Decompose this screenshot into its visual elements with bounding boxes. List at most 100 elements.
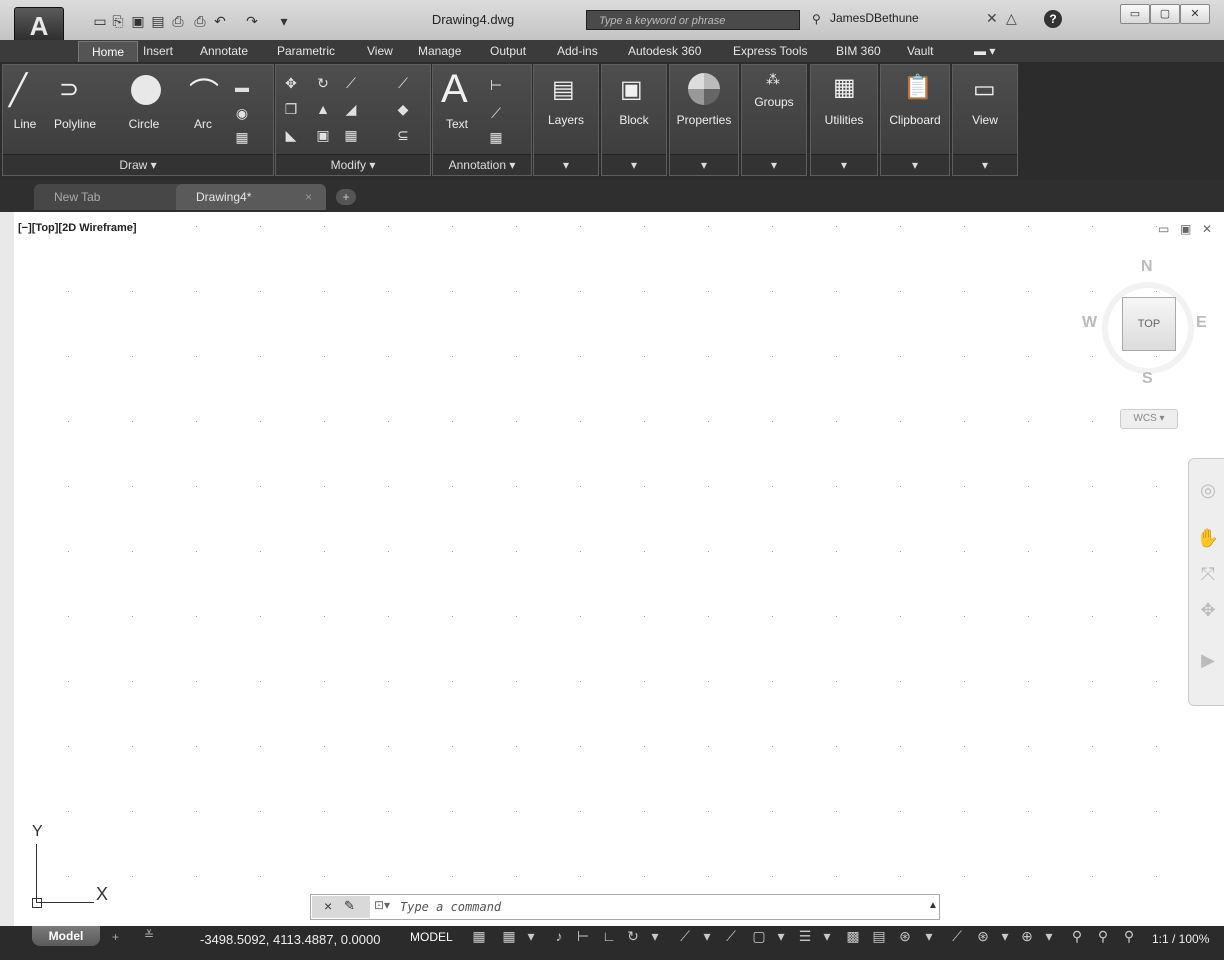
rotate-icon[interactable]: ↻ <box>314 75 332 92</box>
rectangle-icon[interactable]: ▬ <box>233 79 251 95</box>
auto-scale-icon[interactable]: ⚲ <box>1094 928 1112 945</box>
fillet-icon[interactable]: ◢ <box>342 101 360 118</box>
utilities-panel-expand[interactable]: ▾ <box>811 154 877 175</box>
infer-constraints-icon[interactable]: ♪ <box>550 928 568 944</box>
layers-panel-expand[interactable]: ▾ <box>534 154 598 175</box>
orbit-icon[interactable]: ✥ <box>1196 600 1220 621</box>
drawing-canvas[interactable] <box>14 212 1224 926</box>
text-button[interactable]: Text <box>439 117 475 131</box>
command-input[interactable]: Type a command <box>400 896 501 918</box>
user-name[interactable]: JamesDBethune <box>830 11 919 25</box>
tab-parametric[interactable]: Parametric <box>277 44 335 58</box>
draw-panel-title[interactable]: Draw ▾ <box>3 154 273 175</box>
groups-panel-expand[interactable]: ▾ <box>742 154 806 175</box>
tab-view[interactable]: View <box>367 44 393 58</box>
maximize-button[interactable]: ▢ <box>1150 4 1180 24</box>
modify-panel-title[interactable]: Modify ▾ <box>276 154 430 175</box>
groups-panel[interactable]: ⁂ Groups ▾ <box>741 64 807 176</box>
move-icon[interactable]: ✥ <box>282 75 300 92</box>
compass-east[interactable]: E <box>1196 314 1207 332</box>
undo-icon[interactable]: ↶ <box>212 12 228 30</box>
tab-annotate[interactable]: Annotate <box>200 44 248 58</box>
tab-express-tools[interactable]: Express Tools <box>733 44 807 58</box>
exchange-icon[interactable]: ✕ <box>986 10 998 27</box>
pan-icon[interactable]: ✋ <box>1196 528 1220 549</box>
viewport-restore-icon[interactable]: ▣ <box>1180 222 1191 236</box>
object-snap-menu-icon[interactable]: ▾ <box>772 928 790 945</box>
arc-button[interactable]: Arc <box>183 117 223 131</box>
model-space-button[interactable]: MODEL <box>410 930 453 944</box>
leader-icon[interactable]: ⟋ <box>487 105 505 122</box>
gizmo-menu-icon[interactable]: ▾ <box>1040 928 1058 945</box>
polyline-button[interactable]: Polyline <box>47 117 103 131</box>
circle-button[interactable]: Circle <box>117 117 171 131</box>
compass-north[interactable]: N <box>1141 258 1153 276</box>
block-panel[interactable]: ▣ Block ▾ <box>601 64 667 176</box>
3d-object-snap-icon[interactable]: ⊛ <box>896 928 914 945</box>
view-panel[interactable]: ▭ View ▾ <box>952 64 1018 176</box>
grid-display-icon[interactable]: ▦ <box>470 928 488 945</box>
recent-commands-icon[interactable]: ⊡▾ <box>374 898 390 912</box>
array-icon[interactable]: ▦ <box>342 127 360 144</box>
steering-wheel-icon[interactable]: ◎ <box>1196 480 1220 501</box>
binoculars-icon[interactable]: ⚲ <box>812 12 821 26</box>
viewport-controls[interactable]: [−][Top][2D Wireframe] <box>18 222 137 234</box>
command-history-toggle-icon[interactable]: ▲ <box>928 900 938 911</box>
snap-mode-icon[interactable]: ▦ <box>500 928 518 945</box>
dynamic-ucs-icon[interactable]: ⟋ <box>948 928 966 945</box>
minimize-button[interactable]: ▭ <box>1120 4 1150 24</box>
save-as-icon[interactable]: ▤ <box>150 12 166 30</box>
dynamic-input-icon[interactable]: ⊢ <box>574 928 592 945</box>
showmotion-icon[interactable]: ▶ <box>1196 650 1220 671</box>
table-icon[interactable]: ▦ <box>487 129 505 146</box>
line-button[interactable]: Line <box>7 117 43 131</box>
selection-cycling-icon[interactable]: ▤ <box>870 928 888 945</box>
zoom-extents-icon[interactable]: ⤧ <box>1196 564 1220 585</box>
new-icon[interactable]: ▭ <box>92 12 108 30</box>
dimension-icon[interactable]: ⊢ <box>487 77 505 94</box>
help-icon[interactable]: ? <box>1044 10 1062 28</box>
save-icon[interactable]: ▣ <box>130 12 146 30</box>
annotation-scale-value[interactable]: 1:1 / 100% <box>1152 932 1209 946</box>
plot-icon[interactable]: ⎙ <box>170 12 186 30</box>
lineweight-icon[interactable]: ☰ <box>796 928 814 945</box>
tab-vault[interactable]: Vault <box>907 44 933 58</box>
polar-tracking-icon[interactable]: ↻ <box>624 928 642 945</box>
layout-menu-icon[interactable]: ≚ <box>144 928 154 942</box>
polar-menu-icon[interactable]: ▾ <box>646 928 664 945</box>
selection-filter-icon[interactable]: ⊛ <box>974 928 992 945</box>
object-snap-icon[interactable]: ▢ <box>750 928 768 945</box>
clipboard-panel-expand[interactable]: ▾ <box>881 154 949 175</box>
annotation-panel-title[interactable]: Annotation ▾ <box>433 154 531 175</box>
boundary-icon[interactable]: ▦ <box>233 129 251 146</box>
copy-icon[interactable]: ❐ <box>282 101 300 118</box>
lineweight-menu-icon[interactable]: ▾ <box>818 928 836 945</box>
search-input[interactable]: Type a keyword or phrase <box>586 10 800 30</box>
tab-manage[interactable]: Manage <box>418 44 461 58</box>
tab-insert[interactable]: Insert <box>143 44 173 58</box>
annotation-visibility-icon[interactable]: ⚲ <box>1068 928 1086 945</box>
new-tab-plus-icon[interactable]: + <box>336 189 356 205</box>
stretch-icon[interactable]: ◣ <box>282 127 300 144</box>
viewport-close-icon[interactable]: ✕ <box>1202 222 1212 236</box>
viewport-minimize-icon[interactable]: ▭ <box>1158 222 1169 236</box>
scale-icon[interactable]: ▣ <box>314 127 332 144</box>
redo-icon[interactable]: ↷ <box>244 12 260 30</box>
close-button[interactable]: ✕ <box>1180 4 1210 24</box>
layers-panel[interactable]: ▤ Layers ▾ <box>533 64 599 176</box>
close-command-icon[interactable]: × <box>324 898 332 914</box>
block-panel-expand[interactable]: ▾ <box>602 154 666 175</box>
a360-icon[interactable]: △ <box>1006 10 1017 27</box>
object-snap-tracking-icon[interactable]: ⟋ <box>722 928 740 945</box>
add-layout-icon[interactable]: + <box>112 930 119 944</box>
tab-new-tab[interactable]: New Tab <box>34 184 184 210</box>
annotation-scale-icon[interactable]: ⚲ <box>1120 928 1138 945</box>
qat-customize-icon[interactable]: ▾ <box>276 12 292 30</box>
close-icon[interactable]: × <box>305 184 312 210</box>
clipboard-panel[interactable]: 📋 Clipboard ▾ <box>880 64 950 176</box>
wcs-menu[interactable]: WCS ▾ <box>1120 409 1178 429</box>
print-icon[interactable]: ⎙ <box>192 12 208 30</box>
offset-icon[interactable]: ⊆ <box>394 127 412 144</box>
viewcube-top-face[interactable]: TOP <box>1122 297 1176 351</box>
mirror-icon[interactable]: ▲ <box>314 101 332 117</box>
